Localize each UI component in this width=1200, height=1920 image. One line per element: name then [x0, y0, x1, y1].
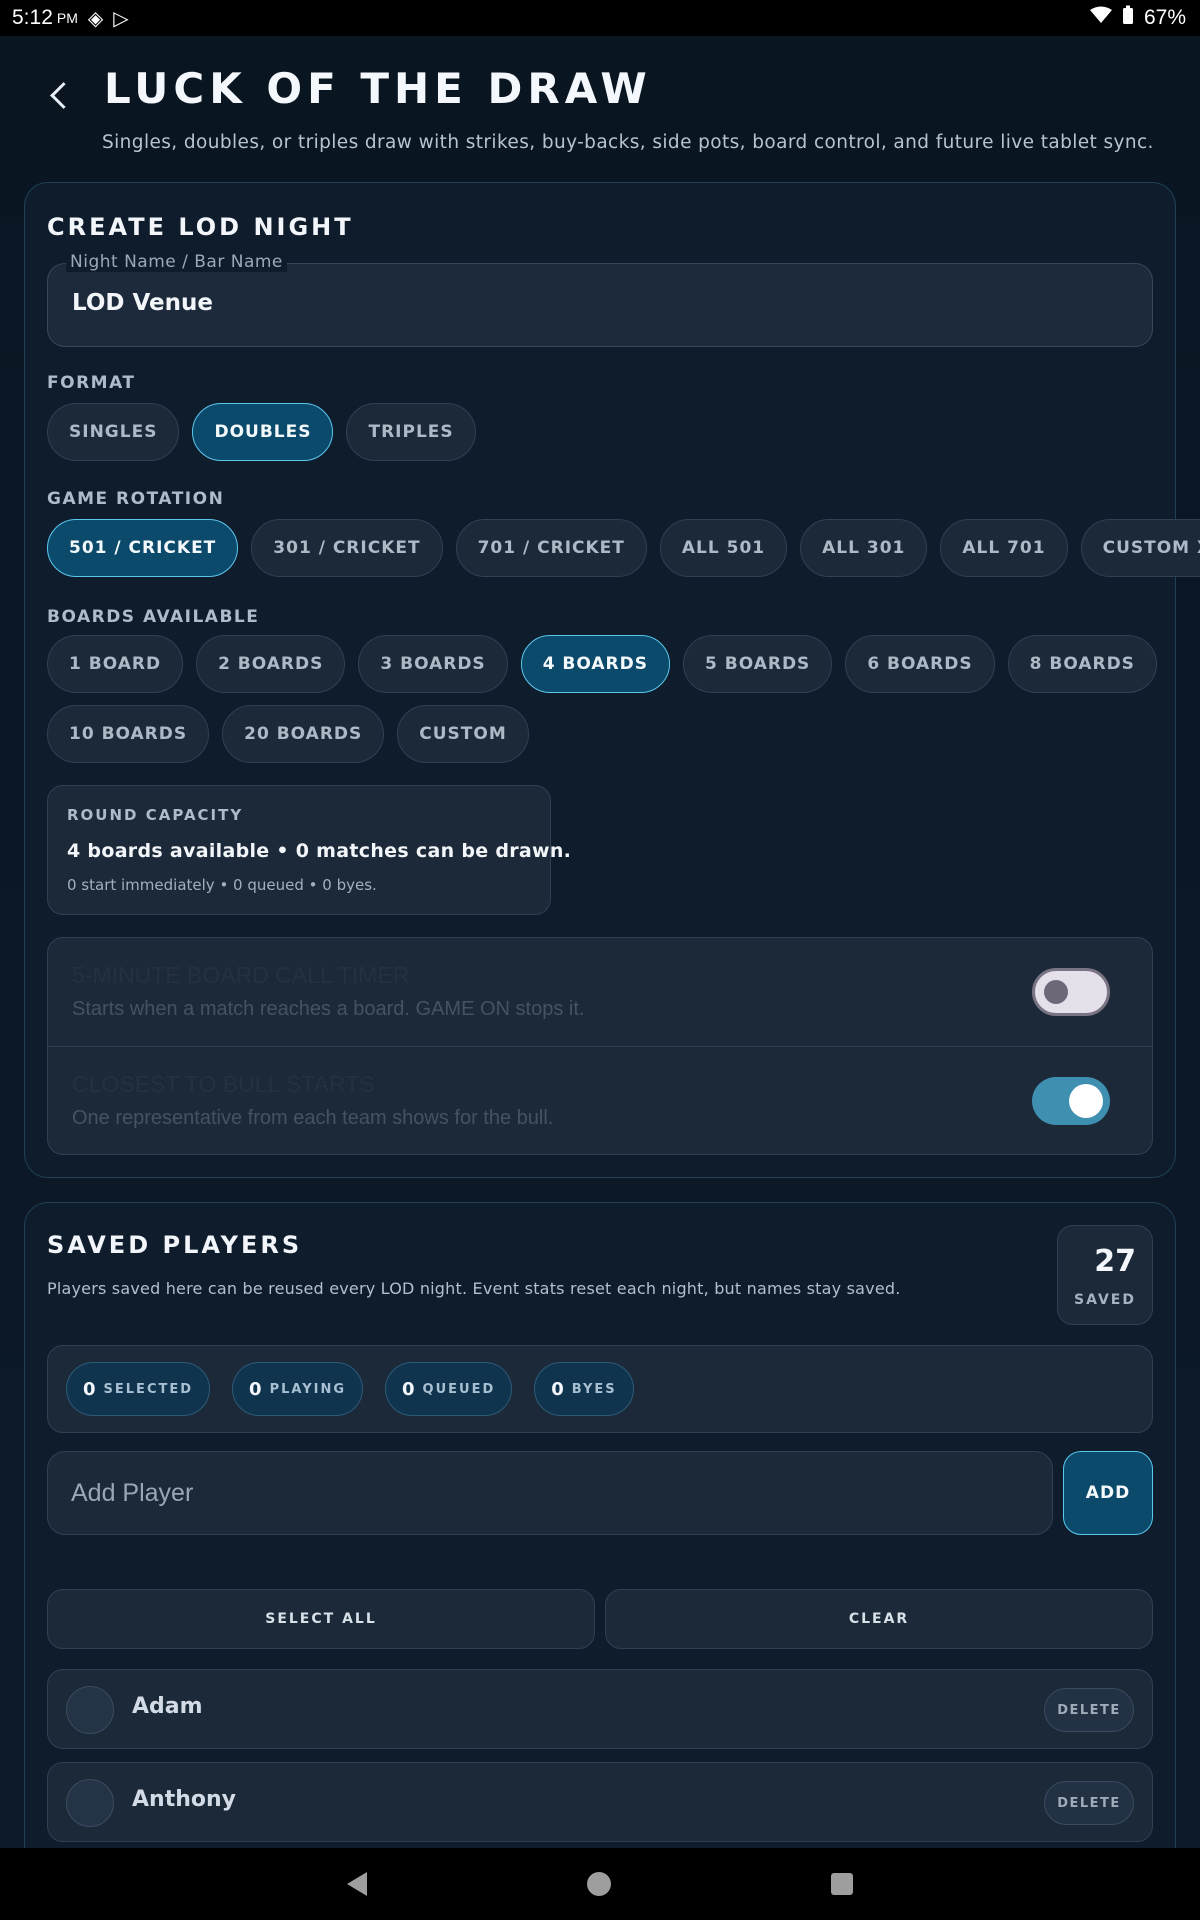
app-screen: LUCK OF THE DRAW Singles, doubles, or tr…	[0, 36, 1200, 1848]
stat-label: QUEUED	[422, 1381, 496, 1397]
closest-to-bull-title: CLOSEST TO BULL STARTS	[72, 1071, 375, 1097]
format-singles-chip[interactable]: SINGLES	[47, 403, 180, 461]
nav-home-icon[interactable]	[587, 1872, 611, 1896]
stat-queued: 0 QUEUED	[385, 1362, 513, 1416]
delete-player-button[interactable]: DELETE	[1044, 1781, 1134, 1825]
boards-10-chip[interactable]: 10 BOARDS	[47, 705, 210, 763]
rotation-custom-x01-chip[interactable]: CUSTOM X01	[1080, 519, 1200, 577]
nav-back-icon[interactable]	[347, 1872, 367, 1896]
rotation-701-cricket-chip[interactable]: 701 / CRICKET	[455, 519, 647, 577]
closest-to-bull-switch[interactable]	[1032, 1077, 1110, 1125]
delete-player-button[interactable]: DELETE	[1044, 1688, 1134, 1732]
closest-to-bull-row: CLOSEST TO BULL STARTS One representativ…	[48, 1046, 1152, 1154]
player-stats-panel: 0 SELECTED 0 PLAYING 0 QUEUED 0 BYES	[47, 1345, 1153, 1433]
night-name-label: Night Name / Bar Name	[66, 252, 287, 272]
boards-options-row1: 1 BOARD 2 BOARDS 3 BOARDS 4 BOARDS 5 BOA…	[47, 635, 1157, 693]
saved-players-card: SAVED PLAYERS Players saved here can be …	[24, 1202, 1176, 1848]
night-name-field[interactable]: Night Name / Bar Name LOD Venue	[47, 252, 1153, 347]
clear-button[interactable]: CLEAR	[605, 1589, 1153, 1649]
player-name: Adam	[132, 1694, 203, 1719]
back-arrow-icon[interactable]	[46, 80, 76, 110]
board-call-timer-title: 5-MINUTE BOARD CALL TIMER	[72, 962, 410, 988]
saved-players-title: SAVED PLAYERS	[47, 1231, 303, 1259]
board-call-timer-switch[interactable]	[1032, 968, 1110, 1016]
stat-number: 0	[249, 1378, 262, 1400]
stat-label: BYES	[571, 1381, 617, 1397]
stat-label: SELECTED	[103, 1381, 194, 1397]
stat-number: 0	[551, 1378, 564, 1400]
player-select-checkbox[interactable]	[66, 1779, 114, 1827]
boards-custom-chip[interactable]: CUSTOM	[397, 705, 529, 763]
nav-recents-icon[interactable]	[831, 1873, 853, 1895]
stat-playing: 0 PLAYING	[232, 1362, 363, 1416]
header: LUCK OF THE DRAW Singles, doubles, or tr…	[0, 36, 1200, 176]
format-triples-chip[interactable]: TRIPLES	[346, 403, 476, 461]
rotation-501-cricket-chip[interactable]: 501 / CRICKET	[47, 519, 239, 577]
player-row[interactable]: Adam DELETE	[47, 1669, 1153, 1749]
clock: 5:12	[12, 6, 53, 29]
stat-number: 0	[402, 1378, 415, 1400]
add-player-button[interactable]: ADD	[1063, 1451, 1153, 1535]
capacity-summary: 4 boards available • 0 matches can be dr…	[67, 840, 572, 862]
settings-toggles: 5-MINUTE BOARD CALL TIMER Starts when a …	[47, 937, 1153, 1155]
board-call-timer-row: 5-MINUTE BOARD CALL TIMER Starts when a …	[48, 938, 1152, 1046]
boards-options-row2: 10 BOARDS 20 BOARDS CUSTOM	[47, 705, 529, 763]
clock-ampm: PM	[56, 10, 78, 26]
app-notification-icon: ◈	[87, 7, 104, 30]
saved-players-desc: Players saved here can be reused every L…	[47, 1279, 901, 1298]
battery-icon	[1122, 5, 1134, 31]
rotation-all-501-chip[interactable]: ALL 501	[659, 519, 788, 577]
board-call-timer-desc: Starts when a match reaches a board. GAM…	[72, 998, 585, 1020]
player-select-checkbox[interactable]	[66, 1686, 114, 1734]
player-name: Anthony	[132, 1787, 236, 1812]
rotation-all-301-chip[interactable]: ALL 301	[800, 519, 928, 577]
boards-3-chip[interactable]: 3 BOARDS	[358, 635, 508, 693]
battery-percent: 67%	[1143, 6, 1186, 29]
stat-byes: 0 BYES	[534, 1362, 634, 1416]
rotation-options: 501 / CRICKET 301 / CRICKET 701 / CRICKE…	[47, 519, 1200, 577]
create-card-title: CREATE LOD NIGHT	[47, 213, 354, 241]
stat-number: 0	[83, 1378, 96, 1400]
format-options: SINGLES DOUBLES TRIPLES	[47, 403, 476, 461]
capacity-detail: 0 start immediately • 0 queued • 0 byes.	[67, 876, 377, 894]
stat-selected: 0 SELECTED	[66, 1362, 211, 1416]
saved-count-box: 27 SAVED	[1057, 1225, 1153, 1325]
switch-knob	[1044, 980, 1068, 1004]
capacity-label: ROUND CAPACITY	[67, 806, 244, 824]
status-bar: 5:12 PM ◈ ▷ 67%	[0, 0, 1200, 36]
format-label: FORMAT	[47, 373, 136, 393]
rotation-label: GAME ROTATION	[47, 489, 225, 509]
format-doubles-chip[interactable]: DOUBLES	[192, 403, 334, 461]
select-all-button[interactable]: SELECT ALL	[47, 1589, 595, 1649]
night-name-value[interactable]: LOD Venue	[72, 290, 213, 316]
round-capacity-panel: ROUND CAPACITY 4 boards available • 0 ma…	[47, 785, 571, 915]
player-row[interactable]: Anthony DELETE	[47, 1762, 1153, 1842]
saved-count: 27	[1094, 1244, 1136, 1279]
system-nav-bar	[0, 1848, 1200, 1920]
boards-6-chip[interactable]: 6 BOARDS	[845, 635, 995, 693]
boards-2-chip[interactable]: 2 BOARDS	[196, 635, 346, 693]
switch-knob	[1069, 1084, 1103, 1118]
play-store-icon: ▷	[113, 7, 129, 30]
rotation-all-701-chip[interactable]: ALL 701	[940, 519, 1068, 577]
boards-1-chip[interactable]: 1 BOARD	[47, 635, 184, 693]
page-subtitle: Singles, doubles, or triples draw with s…	[102, 132, 1154, 153]
boards-label: BOARDS AVAILABLE	[47, 607, 260, 627]
stat-label: PLAYING	[269, 1381, 346, 1397]
wifi-icon	[1089, 6, 1112, 30]
boards-8-chip[interactable]: 8 BOARDS	[1007, 635, 1157, 693]
add-player-input[interactable]	[47, 1451, 1053, 1535]
create-lod-card: CREATE LOD NIGHT Night Name / Bar Name L…	[24, 182, 1200, 1178]
page-title: LUCK OF THE DRAW	[104, 64, 652, 113]
boards-5-chip[interactable]: 5 BOARDS	[683, 635, 833, 693]
rotation-301-cricket-chip[interactable]: 301 / CRICKET	[251, 519, 443, 577]
saved-count-label: SAVED	[1074, 1292, 1136, 1308]
closest-to-bull-desc: One representative from each team shows …	[72, 1107, 554, 1129]
boards-20-chip[interactable]: 20 BOARDS	[222, 705, 385, 763]
boards-4-chip[interactable]: 4 BOARDS	[520, 635, 670, 693]
